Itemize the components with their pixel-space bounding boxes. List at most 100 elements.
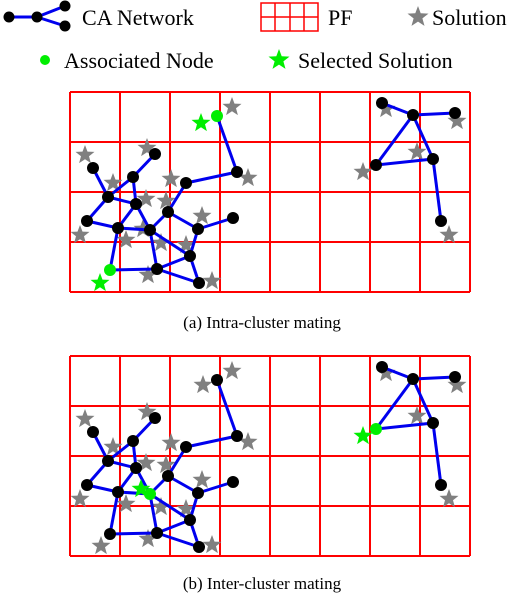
network-edge	[375, 421, 434, 431]
star-icon	[268, 49, 290, 69]
network-node	[435, 215, 447, 227]
network-node	[407, 109, 419, 121]
caption-inter-cluster: (b) Inter-cluster mating	[183, 574, 342, 593]
network-edge	[374, 114, 415, 166]
solution-star	[202, 535, 222, 554]
legend-associated-label: Associated Node	[64, 48, 214, 73]
network-node	[130, 198, 142, 210]
network-node	[112, 486, 124, 498]
figure: CA Network PF Solution Associated Node S…	[3, 0, 507, 593]
network-node	[227, 212, 239, 224]
network-node	[449, 107, 461, 119]
network-edge	[375, 157, 434, 167]
network-edge	[156, 531, 200, 549]
network-edge	[109, 267, 158, 272]
network-node	[162, 470, 174, 482]
legend-pf-label: PF	[328, 5, 352, 30]
network-node	[149, 412, 161, 424]
network-node	[151, 263, 163, 275]
network-edge	[412, 111, 456, 117]
selected-solution-star	[90, 273, 110, 292]
legend: CA Network PF Solution Associated Node S…	[3, 0, 507, 73]
network-edge	[431, 422, 443, 486]
legend-pf-icon	[260, 2, 319, 32]
network-edge	[156, 267, 200, 285]
legend-solution-icon	[407, 6, 429, 26]
network-edge	[431, 158, 443, 222]
solution-star	[192, 470, 212, 489]
network-node	[184, 514, 196, 526]
legend-network-label: CA Network	[82, 5, 194, 30]
panel-inter-cluster	[69, 355, 471, 557]
network-node	[112, 222, 124, 234]
network-edge	[108, 491, 120, 535]
network-node	[427, 153, 439, 165]
solutions	[70, 361, 467, 555]
solution-star	[202, 271, 222, 290]
star-icon	[407, 6, 429, 26]
network-node	[231, 166, 243, 178]
caption-intra-cluster: (a) Intra-cluster mating	[183, 313, 341, 332]
network-edge	[374, 378, 415, 430]
network-node	[435, 479, 447, 491]
solution-star	[192, 206, 212, 225]
network-node	[104, 528, 116, 540]
selected-solution-star	[191, 113, 211, 132]
network-node	[81, 215, 93, 227]
solution-star	[70, 225, 90, 244]
network-node	[370, 159, 382, 171]
solution-star	[75, 145, 95, 164]
legend-network-icon	[3, 0, 71, 32]
panel-intra-cluster	[69, 91, 471, 293]
solution-star	[70, 489, 90, 508]
network-edge	[185, 170, 238, 185]
network-node	[149, 148, 161, 160]
legend-associated-icon	[40, 55, 50, 65]
legend-selected-icon	[268, 49, 290, 69]
solution-star	[222, 97, 242, 116]
network-node	[81, 479, 93, 491]
network-node	[130, 462, 142, 474]
legend-solution-label: Solution	[432, 5, 507, 30]
network-node	[127, 171, 139, 183]
network-node	[231, 430, 243, 442]
network-node	[127, 435, 139, 447]
network-node	[102, 455, 114, 467]
network-node	[407, 373, 419, 385]
network-node	[193, 541, 205, 553]
solution-star	[75, 409, 95, 428]
network-node	[211, 374, 223, 386]
solution-star	[439, 489, 459, 508]
pf-grid	[69, 91, 471, 293]
network-node	[184, 250, 196, 262]
network-node	[193, 277, 205, 289]
network-node	[180, 441, 192, 453]
solution-star	[439, 225, 459, 244]
network-node	[162, 206, 174, 218]
network-node	[87, 162, 99, 174]
network-edge	[412, 375, 456, 381]
associated-node	[104, 264, 116, 276]
network-edge	[185, 434, 238, 449]
solution-star	[193, 375, 213, 394]
network-edge	[109, 531, 158, 536]
network-node	[192, 223, 204, 235]
network-node	[449, 371, 461, 383]
solution-star	[407, 406, 427, 425]
network-node	[192, 487, 204, 499]
network-node	[376, 97, 388, 109]
associated-node	[211, 110, 223, 122]
network-node	[427, 417, 439, 429]
network-edge	[108, 227, 120, 271]
solutions	[70, 97, 467, 290]
solution-star	[407, 142, 427, 161]
network-node	[180, 177, 192, 189]
network-node	[376, 361, 388, 373]
legend-selected-label: Selected Solution	[298, 48, 453, 73]
network-node	[151, 527, 163, 539]
solution-star	[222, 361, 242, 380]
network-node	[102, 191, 114, 203]
network-node	[144, 224, 156, 236]
pf-grid	[69, 355, 471, 557]
network-node	[87, 426, 99, 438]
